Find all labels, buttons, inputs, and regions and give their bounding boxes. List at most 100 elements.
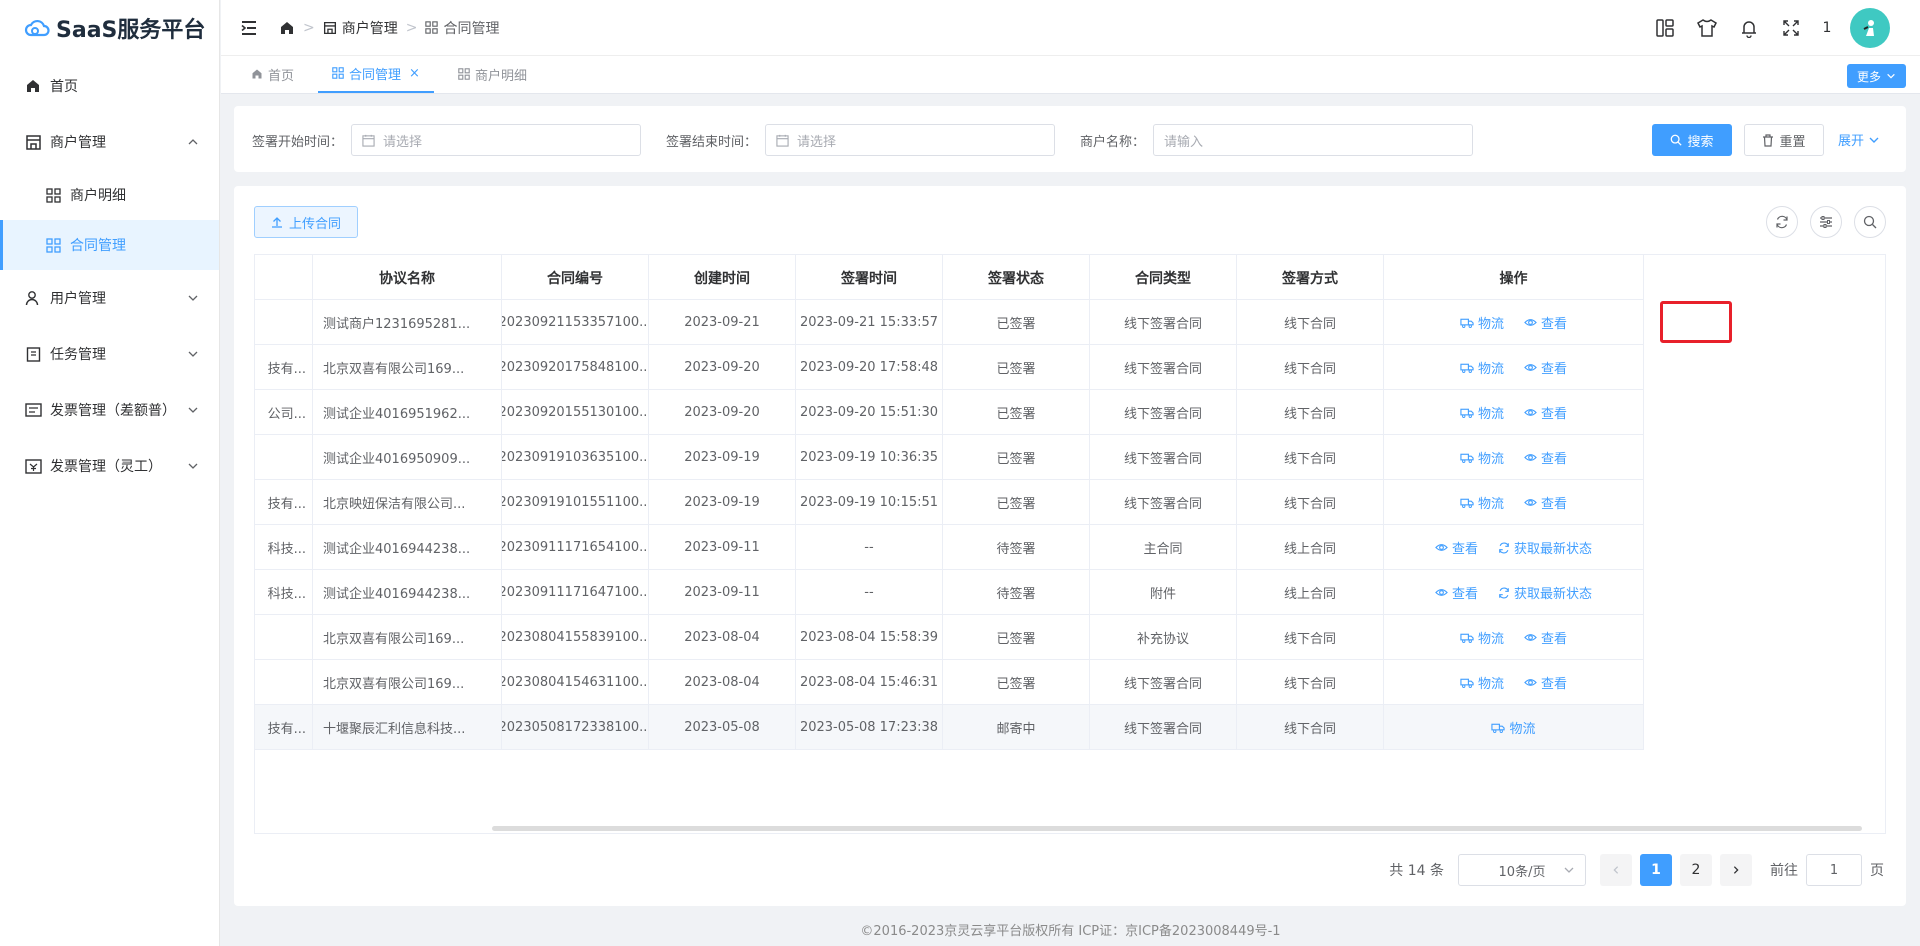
avatar[interactable] <box>1850 8 1890 48</box>
merchant-submenu: 商户明细 合同管理 <box>0 170 219 270</box>
sign-end-date-input[interactable]: 请选择 <box>765 124 1056 156</box>
table-cell-c0 <box>255 615 313 660</box>
eye-icon <box>1435 589 1448 596</box>
tab-label: 商户明细 <box>474 68 527 84</box>
column-header: 签署状态 <box>943 255 1090 300</box>
reset-button[interactable]: 重置 <box>1744 124 1824 156</box>
app-logo[interactable]: SaaS服务平台 <box>0 0 219 56</box>
close-icon[interactable]: × <box>409 66 420 81</box>
logistics-button[interactable]: 物流 <box>1460 673 1504 692</box>
table-cell-no: 20230919103635100... <box>502 435 649 480</box>
tab-merchant-detail[interactable]: 商户明细 <box>444 55 541 93</box>
tags-view: 首页 合同管理 × 商户明细 更多 <box>221 56 1920 94</box>
view-button[interactable]: 查看 <box>1524 448 1567 467</box>
table-cell-signed: 2023-09-19 10:36:35 <box>796 435 943 480</box>
view-button[interactable]: 查看 <box>1524 313 1567 332</box>
sidebar-item-contract-mgmt[interactable]: 合同管理 <box>0 220 219 270</box>
tab-contract-mgmt[interactable]: 合同管理 × <box>318 55 434 93</box>
page-size-select[interactable]: 10条/页 <box>1458 854 1586 886</box>
truck-icon <box>1460 678 1474 688</box>
sidebar-item-task-mgmt[interactable]: 任务管理 <box>0 326 219 382</box>
logistics-button[interactable]: 物流 <box>1491 718 1536 737</box>
calendar-icon <box>776 134 789 147</box>
table-row[interactable]: 测试商户1231695281... 20230921153357100... 202… <box>255 300 1644 345</box>
row-actions: 物流 查看 <box>1450 673 1577 692</box>
view-button[interactable]: 查看 <box>1524 673 1567 692</box>
home-icon[interactable] <box>279 20 295 36</box>
view-button[interactable]: 查看 <box>1435 538 1478 557</box>
table-cell-name: 测试企业4016944238... <box>313 525 502 570</box>
sidebar: SaaS服务平台 首页 商户管理 商户明细 合同管理 用户管理 任务管理 发票管… <box>0 0 220 946</box>
logistics-button[interactable]: 物流 <box>1460 358 1504 377</box>
sidebar-item-label: 首页 <box>50 79 78 95</box>
row-actions: 物流 查看 <box>1450 313 1577 332</box>
sidebar-item-invoice-diff[interactable]: 发票管理（差额普） <box>0 382 219 438</box>
view-button[interactable]: 查看 <box>1435 583 1478 602</box>
theme-shirt-icon[interactable] <box>1686 0 1728 56</box>
table-row[interactable]: 技有... 北京双喜有限公司169... 20230920175848100... 2… <box>255 345 1644 390</box>
logistics-button[interactable]: 物流 <box>1460 628 1504 647</box>
tab-home[interactable]: 首页 <box>237 55 308 93</box>
prev-page-button[interactable] <box>1600 854 1632 886</box>
table-row[interactable]: 技有... 十堰聚辰汇利信息科技... 20230508172338100... 20… <box>255 705 1644 750</box>
tabs-more-button[interactable]: 更多 <box>1846 64 1906 88</box>
table-cell-type: 线下签署合同 <box>1090 345 1237 390</box>
bell-icon[interactable] <box>1728 0 1770 56</box>
sidebar-item-merchant-mgmt[interactable]: 商户管理 <box>0 114 219 170</box>
table-row[interactable]: 北京双喜有限公司169... 20230804155839100... 2023-0… <box>255 615 1644 660</box>
sidebar-item-merchant-detail[interactable]: 商户明细 <box>0 170 219 220</box>
goto-page-input[interactable]: 1 <box>1806 854 1862 886</box>
sidebar-item-home[interactable]: 首页 <box>0 58 219 114</box>
table-row[interactable]: 测试企业4016950909... 20230919103635100... 202… <box>255 435 1644 480</box>
page-1-button[interactable]: 1 <box>1640 854 1672 886</box>
toggle-search-button[interactable] <box>1854 206 1886 238</box>
upload-contract-button[interactable]: 上传合同 <box>254 206 359 238</box>
calendar-icon <box>362 134 375 147</box>
sidebar-item-label: 合同管理 <box>70 238 126 254</box>
action-label: 物流 <box>1477 317 1504 332</box>
table-row[interactable]: 技有... 北京映妞保洁有限公司... 20230919101551100... 20… <box>255 480 1644 525</box>
view-button[interactable]: 查看 <box>1524 628 1567 647</box>
table-cell-no: 20230804154631100... <box>502 660 649 705</box>
sidebar-item-invoice-flex[interactable]: 发票管理（灵工） <box>0 438 219 494</box>
view-button[interactable]: 查看 <box>1524 493 1567 512</box>
expand-toggle[interactable]: 展开 <box>1838 130 1880 149</box>
next-page-button[interactable] <box>1720 854 1752 886</box>
breadcrumb-separator: > <box>303 19 315 36</box>
table-cell-signed: 2023-09-21 15:33:57 <box>796 300 943 345</box>
logistics-button[interactable]: 物流 <box>1460 493 1504 512</box>
refresh-status-button[interactable]: 获取最新状态 <box>1498 538 1592 557</box>
breadcrumb-merchant[interactable]: 商户管理 <box>323 18 398 38</box>
refresh-status-button[interactable]: 获取最新状态 <box>1498 583 1592 602</box>
table-cell-status: 已签署 <box>943 300 1090 345</box>
column-settings-button[interactable] <box>1810 206 1842 238</box>
horizontal-scrollbar[interactable] <box>492 826 1862 831</box>
menu-fold-icon[interactable] <box>239 18 259 38</box>
view-button[interactable]: 查看 <box>1524 403 1567 422</box>
table-cell-no: 20230920155130100... <box>502 390 649 435</box>
logistics-button[interactable]: 物流 <box>1460 448 1504 467</box>
logistics-button[interactable]: 物流 <box>1460 403 1504 422</box>
table-cell-status: 已签署 <box>943 435 1090 480</box>
refresh-button[interactable] <box>1766 206 1798 238</box>
table-row[interactable]: 科技... 测试企业4016944238... 20230911171654100.… <box>255 525 1644 570</box>
table-cell-no: 20230920175848100... <box>502 345 649 390</box>
action-label: 获取最新状态 <box>1514 587 1593 602</box>
table-row[interactable]: 北京双喜有限公司169... 20230804154631100... 2023-0… <box>255 660 1644 705</box>
view-button[interactable]: 查看 <box>1524 358 1567 377</box>
page-2-button[interactable]: 2 <box>1680 854 1712 886</box>
table-row[interactable]: 公司... 测试企业4016951962... 20230920155130100.… <box>255 390 1644 435</box>
merchant-name-input[interactable]: 请输入 <box>1153 124 1474 156</box>
goto-label: 前往 <box>1770 863 1798 879</box>
chevron-right-icon <box>1733 866 1739 874</box>
fullscreen-icon[interactable] <box>1770 0 1812 56</box>
table-row[interactable]: 科技... 测试企业4016944238... 20230911171647100.… <box>255 570 1644 615</box>
search-button[interactable]: 搜索 <box>1652 124 1732 156</box>
refresh-icon <box>1499 587 1509 598</box>
table-cell-created: 2023-05-08 <box>649 705 796 750</box>
logistics-button[interactable]: 物流 <box>1460 313 1504 332</box>
layout-icon[interactable] <box>1644 0 1686 56</box>
sidebar-item-user-mgmt[interactable]: 用户管理 <box>0 270 219 326</box>
truck-icon <box>1460 498 1474 508</box>
sign-start-date-input[interactable]: 请选择 <box>351 124 642 156</box>
